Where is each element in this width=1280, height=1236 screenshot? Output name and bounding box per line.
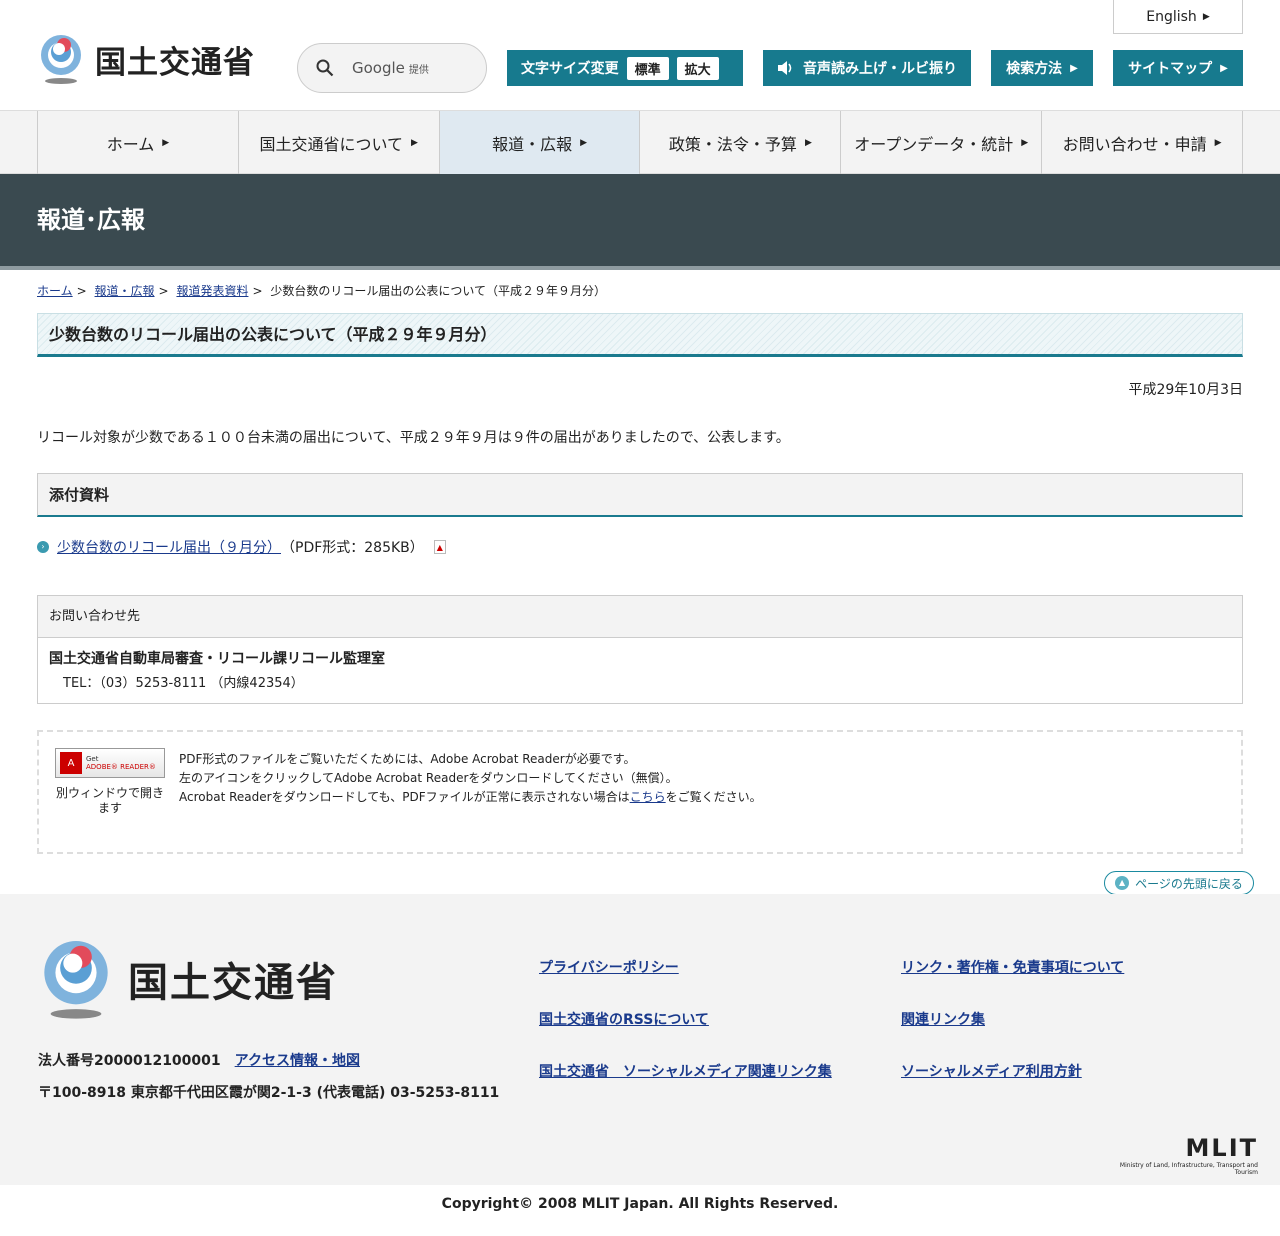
- social-policy-link[interactable]: ソーシャルメディア利用方針: [901, 1061, 1082, 1081]
- pdf-notice-line: 左のアイコンをクリックしてAdobe Acrobat Readerをダウンロード…: [179, 771, 678, 785]
- footer-logo[interactable]: 国土交通省: [38, 936, 338, 1022]
- voice-button[interactable]: 音声読み上げ・ルビ振り: [763, 50, 971, 86]
- access-link[interactable]: アクセス情報・地図: [235, 1053, 360, 1069]
- mlit-wordmark-subtext: Ministry of Land, Infrastructure, Transp…: [1119, 1162, 1258, 1176]
- mlit-wordmark: MLIT Ministry of Land, Infrastructure, T…: [1102, 1134, 1258, 1176]
- privacy-policy-link[interactable]: プライバシーポリシー: [539, 957, 679, 977]
- new-window-caption: 別ウィンドウで開きます: [55, 786, 164, 815]
- page-title: 少数台数のリコール届出の公表について（平成２９年９月分）: [37, 313, 1243, 357]
- related-links-link[interactable]: 関連リンク集: [901, 1009, 985, 1029]
- publish-date: 平成29年10月3日: [1128, 382, 1243, 398]
- section-title: 報道･広報: [37, 206, 145, 234]
- triangle-right-icon: ▶: [411, 137, 418, 148]
- social-links-link[interactable]: 国土交通省 ソーシャルメディア関連リンク集: [539, 1061, 832, 1081]
- footer-links-col1: プライバシーポリシー: [539, 957, 679, 977]
- global-nav: ホーム ▶ 国土交通省について ▶ 報道・広報 ▶ 政策・法令・予算 ▶ オープンデータ…: [0, 111, 1280, 174]
- sitemap-button[interactable]: サイトマップ ▶: [1113, 50, 1243, 86]
- breadcrumb-current: 少数台数のリコール届出の公表について（平成２９年９月分）: [270, 284, 606, 298]
- arrow-up-icon: ▲: [1115, 876, 1130, 890]
- site-footer: 国土交通省 法人番号2000012100001 アクセス情報・地図 〒100-89…: [0, 894, 1280, 1185]
- breadcrumb-separator: >: [158, 284, 169, 298]
- ministry-name: 国土交通省: [95, 44, 255, 81]
- section-title-band: 報道･広報: [0, 174, 1280, 270]
- page-top-button[interactable]: ▲ ページの先頭に戻る: [1104, 871, 1254, 895]
- attachment-meta: （PDF形式：285KB）: [281, 540, 424, 556]
- breadcrumb: ホーム > 報道・広報 > 報道発表資料 > 少数台数のリコール届出の公表について（平…: [37, 282, 1243, 299]
- font-size-control: 文字サイズ変更 標準 拡大: [507, 50, 743, 86]
- attachment-item: › 少数台数のリコール届出（９月分） （PDF形式：285KB） ▲: [37, 537, 1243, 557]
- footer-links-col2: ソーシャルメディア利用方針: [901, 1061, 1082, 1081]
- adobe-pdf-icon: A: [60, 752, 82, 774]
- site-logo[interactable]: 国土交通省: [37, 33, 255, 85]
- nav-item-press[interactable]: 報道・広報 ▶: [438, 111, 640, 174]
- pdf-reader-notice: A Get ADOBE® READER® 別ウィンドウで開きます PDF形式のファ…: [37, 730, 1243, 854]
- pdf-icon: ▲: [433, 540, 446, 554]
- speaker-icon: [778, 61, 792, 75]
- nav-item-contact[interactable]: お問い合わせ・申請 ▶: [1041, 111, 1243, 174]
- get-adobe-reader[interactable]: A Get ADOBE® READER® 別ウィンドウで開きます: [55, 748, 165, 836]
- english-link[interactable]: English ▶: [1113, 0, 1243, 34]
- triangle-right-icon: ▶: [1070, 62, 1078, 74]
- rss-link[interactable]: 国土交通省のRSSについて: [539, 1009, 709, 1029]
- footer-links-col1: 国土交通省 ソーシャルメディア関連リンク集: [539, 1061, 832, 1081]
- footer-ministry-name: 国土交通省: [128, 960, 338, 1006]
- nav-item-opendata[interactable]: オープンデータ・統計 ▶: [840, 111, 1041, 174]
- triangle-right-icon: ▶: [1220, 62, 1228, 74]
- site-header: 国土交通省 Google 提供 English ▶ 文字サイズ変更 標準 拡大 音声…: [0, 0, 1280, 111]
- contact-heading: お問い合わせ先: [38, 596, 1242, 638]
- attachments-heading: 添付資料: [37, 473, 1243, 517]
- pdf-notice-line: Acrobat Readerをダウンロードしても、PDFファイルが正常に表示され…: [179, 790, 762, 804]
- chevron-right-icon: ›: [37, 541, 49, 553]
- mlit-logo-icon: [41, 35, 81, 84]
- triangle-right-icon: ▶: [804, 137, 812, 148]
- adobe-reader-badge[interactable]: A Get ADOBE® READER®: [55, 748, 165, 778]
- copyright: Copyright© 2008 MLIT Japan. All Rights R…: [441, 1196, 839, 1212]
- contact-department: 国土交通省自動車局審査・リコール課リコール監理室: [49, 651, 385, 667]
- nav-item-policy[interactable]: 政策・法令・予算 ▶: [639, 111, 840, 174]
- corporate-number: 法人番号2000012100001 アクセス情報・地図: [38, 1053, 360, 1069]
- font-size-label: 文字サイズ変更: [521, 61, 619, 77]
- breadcrumb-release[interactable]: 報道発表資料: [176, 284, 248, 298]
- mlit-logo-icon: [44, 941, 108, 1019]
- pdf-notice-text: PDF形式のファイルをご覧いただくためには、Adobe Acrobat Read…: [179, 750, 762, 836]
- lead-text: リコール対象が少数である１００台未満の届出について、平成２９年９月は９件の届出が…: [37, 430, 790, 446]
- triangle-right-icon: ▶: [1214, 137, 1222, 148]
- nav-item-about[interactable]: 国土交通省について ▶: [237, 111, 439, 174]
- breadcrumb-home[interactable]: ホーム: [37, 284, 73, 298]
- triangle-right-icon: ▶: [1202, 11, 1210, 22]
- font-size-large-button[interactable]: 拡大: [676, 56, 719, 80]
- copyright-link[interactable]: リンク・著作権・免責事項について: [901, 957, 1124, 977]
- search-placeholder[interactable]: Google 提供: [352, 59, 429, 77]
- mlit-wordmark-text: MLIT: [1185, 1134, 1258, 1162]
- pdf-help-link[interactable]: こちら: [630, 790, 666, 804]
- breadcrumb-press[interactable]: 報道・広報: [95, 284, 155, 298]
- triangle-right-icon: ▶: [1021, 137, 1029, 148]
- attachment-link[interactable]: 少数台数のリコール届出（９月分）: [57, 537, 281, 557]
- nav-item-home[interactable]: ホーム ▶: [37, 111, 238, 174]
- breadcrumb-separator: >: [252, 284, 263, 298]
- footer-links-col2: 関連リンク集: [901, 1009, 985, 1029]
- breadcrumb-separator: >: [76, 284, 87, 298]
- contact-box: お問い合わせ先 国土交通省自動車局審査・リコール課リコール監理室 TEL：（03…: [37, 595, 1243, 704]
- pdf-notice-line: PDF形式のファイルをご覧いただくためには、Adobe Acrobat Read…: [179, 752, 636, 766]
- main-content: ホーム > 報道・広報 > 報道発表資料 > 少数台数のリコール届出の公表について（平…: [37, 282, 1243, 854]
- search-howto-button[interactable]: 検索方法 ▶: [991, 50, 1093, 86]
- footer-links-col1: 国土交通省のRSSについて: [539, 1009, 709, 1029]
- font-size-standard-button[interactable]: 標準: [626, 56, 669, 80]
- search-icon[interactable]: [316, 59, 334, 77]
- triangle-right-icon: ▶: [580, 137, 588, 148]
- footer-address: 〒100-8918 東京都千代田区霞が関2-1-3 (代表電話) 03-5253…: [38, 1085, 500, 1101]
- search-box[interactable]: Google 提供: [297, 43, 487, 93]
- contact-tel: TEL：（03）5253-8111 （内線42354）: [63, 676, 304, 691]
- footer-links-col2: リンク・著作権・免責事項について: [901, 957, 1124, 977]
- triangle-right-icon: ▶: [162, 137, 170, 148]
